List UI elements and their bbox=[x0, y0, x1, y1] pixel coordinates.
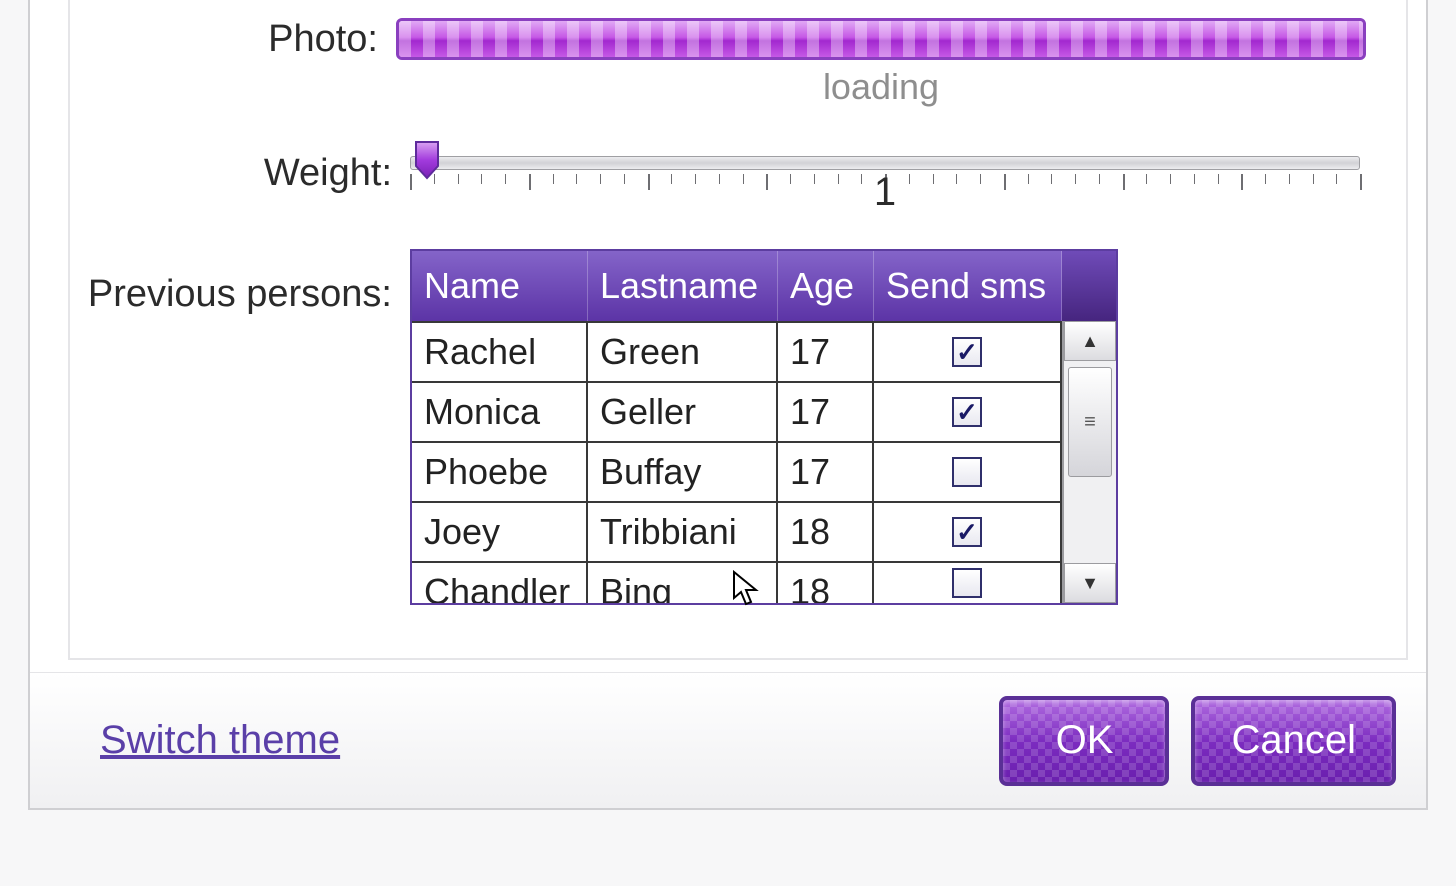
scroll-down-button[interactable]: ▼ bbox=[1064, 563, 1116, 603]
cell-lastname[interactable]: Buffay bbox=[588, 443, 778, 501]
cell-name[interactable]: Rachel bbox=[412, 323, 588, 381]
table-row[interactable]: PhoebeBuffay17 bbox=[412, 441, 1062, 501]
table-row[interactable]: MonicaGeller17 bbox=[412, 381, 1062, 441]
form-area: Photo: loading Weight: bbox=[68, 0, 1408, 660]
cell-name[interactable]: Joey bbox=[412, 503, 588, 561]
scroll-track[interactable]: ≡ bbox=[1064, 361, 1116, 563]
ok-button[interactable]: OK bbox=[999, 696, 1169, 786]
cell-age[interactable]: 18 bbox=[778, 563, 874, 603]
cell-lastname[interactable]: Geller bbox=[588, 383, 778, 441]
header-lastname[interactable]: Lastname bbox=[588, 251, 778, 321]
send-sms-checkbox[interactable] bbox=[952, 457, 982, 487]
slider-track[interactable] bbox=[410, 156, 1360, 170]
send-sms-checkbox[interactable] bbox=[952, 517, 982, 547]
cancel-button[interactable]: Cancel bbox=[1191, 696, 1396, 786]
scroll-up-button[interactable]: ▲ bbox=[1064, 321, 1116, 361]
dialog-panel: Photo: loading Weight: bbox=[28, 0, 1428, 810]
header-name[interactable]: Name bbox=[412, 251, 588, 321]
table-row[interactable]: RachelGreen17 bbox=[412, 321, 1062, 381]
persons-grid[interactable]: Name Lastname Age Send sms RachelGreen17… bbox=[410, 249, 1118, 605]
send-sms-checkbox[interactable] bbox=[952, 568, 982, 598]
photo-progress-fill bbox=[399, 21, 1363, 57]
grid-scrollbar[interactable]: ▲ ≡ ▼ bbox=[1062, 321, 1116, 603]
cell-age[interactable]: 17 bbox=[778, 443, 874, 501]
cell-send-sms[interactable] bbox=[874, 503, 1062, 561]
cell-name[interactable]: Monica bbox=[412, 383, 588, 441]
cell-send-sms[interactable] bbox=[874, 443, 1062, 501]
previous-persons-label: Previous persons: bbox=[70, 249, 410, 316]
header-age[interactable]: Age bbox=[778, 251, 874, 321]
send-sms-checkbox[interactable] bbox=[952, 337, 982, 367]
previous-persons-row: Previous persons: Name Lastname Age Send… bbox=[70, 249, 1406, 605]
cell-send-sms[interactable] bbox=[874, 323, 1062, 381]
photo-row: Photo: loading bbox=[70, 18, 1406, 108]
cell-age[interactable]: 17 bbox=[778, 323, 874, 381]
cell-age[interactable]: 18 bbox=[778, 503, 874, 561]
header-send-sms[interactable]: Send sms bbox=[874, 251, 1062, 321]
cell-name[interactable]: Chandler bbox=[412, 563, 588, 603]
send-sms-checkbox[interactable] bbox=[952, 397, 982, 427]
weight-label: Weight: bbox=[70, 152, 410, 195]
scroll-thumb[interactable]: ≡ bbox=[1068, 367, 1112, 477]
cell-lastname[interactable]: Tribbiani bbox=[588, 503, 778, 561]
slider-center-label: 1 bbox=[874, 170, 896, 215]
cell-send-sms[interactable] bbox=[874, 383, 1062, 441]
grid-header: Name Lastname Age Send sms bbox=[412, 251, 1116, 321]
cell-age[interactable]: 17 bbox=[778, 383, 874, 441]
table-row[interactable]: JoeyTribbiani18 bbox=[412, 501, 1062, 561]
cell-lastname[interactable]: Green bbox=[588, 323, 778, 381]
photo-progress-status: loading bbox=[396, 66, 1366, 108]
cell-name[interactable]: Phoebe bbox=[412, 443, 588, 501]
photo-label: Photo: bbox=[70, 18, 396, 61]
cell-lastname[interactable]: Bing bbox=[588, 563, 778, 603]
weight-slider[interactable]: 1 bbox=[410, 152, 1360, 192]
photo-progress-bar bbox=[396, 18, 1366, 60]
grid-body: RachelGreen17MonicaGeller17PhoebeBuffay1… bbox=[412, 321, 1062, 603]
dialog-footer: Switch theme OK Cancel bbox=[30, 672, 1426, 808]
switch-theme-link[interactable]: Switch theme bbox=[100, 718, 340, 763]
table-row[interactable]: ChandlerBing18 bbox=[412, 561, 1062, 603]
cell-send-sms[interactable] bbox=[874, 563, 1062, 603]
weight-row: Weight: bbox=[70, 152, 1406, 195]
header-spacer bbox=[1062, 251, 1116, 321]
